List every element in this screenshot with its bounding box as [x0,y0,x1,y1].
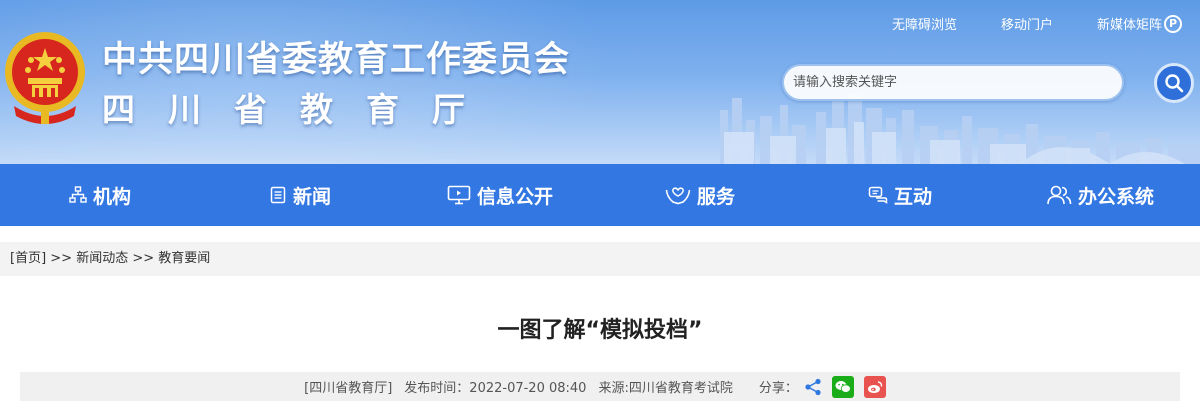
nav-item-label: 服务 [696,185,735,208]
users-icon [1047,185,1072,205]
nav-item-label: 信息公开 [476,185,553,208]
breadcrumb: [首页] >> 新闻动态 >> 教育要闻 [0,242,1200,276]
national-emblem [5,32,85,124]
org-chart-icon [69,186,87,203]
nav-item-label: 互动 [893,185,932,208]
breadcrumb-separator: >> [128,251,159,266]
hands-heart-icon [665,187,691,205]
top-links: 无障碍浏览 移动门户 新媒体矩阵 P [848,14,1182,33]
source-tag: [四川省教育厅] [304,381,393,396]
nav-item-label: 机构 [92,185,131,208]
site-titles: 中共四川省委教育工作委员会 四川省教育厅 [102,40,570,132]
monitor-icon [447,185,471,205]
nav-item-news[interactable]: 新闻 [200,164,400,226]
breadcrumb-home-link[interactable]: [首页] [10,251,46,266]
search-box [782,64,1124,101]
mobile-portal-link[interactable]: 移动门户 [1001,14,1053,33]
nav-item-interaction[interactable]: 互动 [800,164,1000,226]
site-title-main: 中共四川省委教育工作委员会 [102,40,571,80]
weibo-share-button[interactable] [863,375,886,398]
new-media-icon: P [1164,14,1182,33]
breadcrumb-edu-news-link[interactable]: 教育要闻 [158,251,210,266]
new-media-link[interactable]: 新媒体矩阵 [1097,14,1162,33]
search-button[interactable] [1154,63,1194,103]
breadcrumb-separator: >> [46,251,77,266]
site-header: 中共四川省委教育工作委员会 四川省教育厅 无障碍浏览 移动门户 新媒体矩阵 P [0,0,1200,164]
weibo-icon [867,380,883,393]
site-title-sub: 四川省教育厅 [102,90,498,129]
news-icon [270,186,286,204]
breadcrumb-news-link[interactable]: 新闻动态 [76,251,128,266]
nav-item-info-disclosure[interactable]: 信息公开 [400,164,600,226]
article-title: 一图了解“模拟投档” [497,318,703,343]
publish-time: 发布时间：2022-07-20 08:40 [404,381,587,396]
wechat-share-button[interactable] [831,375,854,398]
nav-item-organization[interactable]: 机构 [0,164,200,226]
accessibility-link[interactable]: 无障碍浏览 [892,14,957,33]
search-icon [1165,74,1184,93]
article-meta: [四川省教育厅] 发布时间：2022-07-20 08:40 来源:四川省教育考… [20,372,1180,401]
chat-icon [868,186,888,204]
article-origin: 来源:四川省教育考试院 [598,381,733,396]
nav-item-services[interactable]: 服务 [600,164,800,226]
share-icon [805,378,821,395]
search-input[interactable] [784,66,1103,99]
share-label: 分享： [758,381,798,396]
nav-item-office-system[interactable]: 办公系统 [1000,164,1200,226]
main-nav: 机构 新闻 信息公开 服务 互动 办公系统 [0,164,1200,226]
wechat-icon [835,380,851,393]
share-button[interactable] [804,378,822,396]
nav-item-label: 办公系统 [1077,185,1154,208]
nav-item-label: 新闻 [292,185,331,208]
new-media-link-wrap[interactable]: 新媒体矩阵 P [1097,14,1182,33]
